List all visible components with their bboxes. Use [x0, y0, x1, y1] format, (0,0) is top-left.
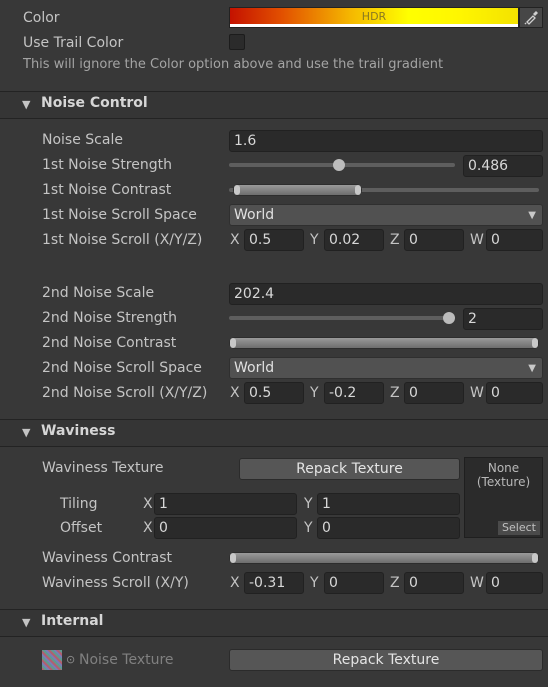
noise-scroll-2-w[interactable]: 0 [486, 382, 543, 404]
noise-strength-2-label: 2nd Noise Strength [42, 310, 177, 326]
foldout-arrow-icon: ▼ [22, 98, 31, 111]
waviness-scroll-label: Waviness Scroll (X/Y) [42, 575, 189, 591]
internal-header[interactable]: ▼ Internal [0, 609, 548, 637]
waviness-header[interactable]: ▼ Waviness [0, 419, 548, 447]
tiling-label: Tiling [60, 496, 98, 512]
axis-x-label: X [230, 232, 240, 248]
noise-strength-1-slider-handle[interactable] [333, 159, 345, 171]
eyedropper-icon [524, 11, 538, 25]
noise-space-1-label: 1st Noise Scroll Space [42, 207, 197, 223]
axis-y-label: Y [304, 496, 313, 512]
axis-y-label: Y [310, 232, 319, 248]
axis-z-label: Z [390, 232, 400, 248]
internal-title: Internal [41, 613, 104, 629]
noise-scroll-2-z[interactable]: 0 [404, 382, 464, 404]
dropdown-arrow-icon: ▼ [528, 363, 536, 374]
texture-slot-type: (Texture) [476, 475, 531, 489]
waviness-texture-label: Waviness Texture [42, 460, 164, 476]
hdr-label: HDR [361, 10, 387, 23]
offset-label: Offset [60, 520, 103, 536]
use-trail-color-label: Use Trail Color [23, 35, 124, 51]
axis-w-label: W [470, 385, 484, 401]
noise-strength-2-slider-handle[interactable] [443, 312, 455, 324]
offset-x-field[interactable]: 0 [154, 517, 297, 539]
noise-scale-label: Noise Scale [42, 132, 123, 148]
noise-contrast-2-range[interactable] [229, 337, 539, 349]
waviness-repack-button[interactable]: Repack Texture [239, 458, 460, 480]
color-swatch[interactable]: HDR [229, 7, 519, 28]
noise-space-2-dropdown[interactable]: World ▼ [229, 357, 543, 379]
noise-scroll-1-y[interactable]: 0.02 [324, 229, 384, 251]
axis-y-label: Y [310, 575, 319, 591]
waviness-scroll-w[interactable]: 0 [486, 572, 543, 594]
color-picker-button[interactable] [519, 7, 543, 28]
noise-scroll-1-w[interactable]: 0 [486, 229, 543, 251]
axis-y-label: Y [310, 385, 319, 401]
foldout-arrow-icon: ▼ [22, 426, 31, 439]
noise-space-1-dropdown[interactable]: World ▼ [229, 204, 543, 226]
color-label: Color [23, 10, 60, 26]
tiling-y-field[interactable]: 1 [317, 493, 460, 515]
dropdown-arrow-icon: ▼ [528, 210, 536, 221]
waviness-contrast-range[interactable] [229, 552, 539, 564]
axis-z-label: Z [390, 385, 400, 401]
noise-scale-field[interactable]: 1.6 [229, 130, 543, 152]
noise-scroll-2-y[interactable]: -0.2 [324, 382, 384, 404]
noise-scroll-1-x[interactable]: 0.5 [244, 229, 304, 251]
axis-x-label: X [143, 520, 153, 536]
waviness-scroll-x[interactable]: -0.31 [244, 572, 304, 594]
axis-w-label: W [470, 232, 484, 248]
texture-slot-none: None [487, 461, 520, 475]
noise-scale-2-field[interactable]: 202.4 [229, 283, 543, 305]
waviness-title: Waviness [41, 423, 116, 439]
offset-y-field[interactable]: 0 [317, 517, 460, 539]
noise-space-2-label: 2nd Noise Scroll Space [42, 360, 202, 376]
axis-z-label: Z [390, 575, 400, 591]
noise-scroll-2-label: 2nd Noise Scroll (X/Y/Z) [42, 385, 208, 401]
noise-strength-2-slider-track[interactable] [229, 316, 455, 320]
noise-contrast-2-label: 2nd Noise Contrast [42, 335, 177, 351]
axis-x-label: X [230, 575, 240, 591]
waviness-contrast-label: Waviness Contrast [42, 550, 173, 566]
noise-scroll-1-label: 1st Noise Scroll (X/Y/Z) [42, 232, 203, 248]
axis-w-label: W [470, 575, 484, 591]
use-trail-color-checkbox[interactable] [229, 34, 245, 50]
axis-y-label: Y [304, 520, 313, 536]
noise-strength-1-field[interactable]: 0.486 [463, 155, 543, 177]
noise-space-1-value: World [234, 207, 275, 223]
noise-scroll-2-x[interactable]: 0.5 [244, 382, 304, 404]
noise-control-header[interactable]: ▼ Noise Control [0, 91, 548, 119]
internal-repack-button[interactable]: Repack Texture [229, 649, 543, 671]
axis-x-label: X [230, 385, 240, 401]
object-circle-icon: ⊙ [66, 653, 76, 666]
noise-control-title: Noise Control [41, 95, 148, 111]
noise-scroll-1-z[interactable]: 0 [404, 229, 464, 251]
tiling-x-field[interactable]: 1 [154, 493, 297, 515]
axis-x-label: X [143, 496, 153, 512]
noise-scale-2-label: 2nd Noise Scale [42, 285, 155, 301]
noise-strength-2-field[interactable]: 2 [463, 308, 543, 330]
noise-texture-thumbnail-icon [42, 650, 62, 670]
noise-strength-1-label: 1st Noise Strength [42, 157, 172, 173]
noise-contrast-1-label: 1st Noise Contrast [42, 182, 172, 198]
texture-select-button[interactable]: Select [498, 521, 540, 535]
foldout-arrow-icon: ▼ [22, 616, 31, 629]
waviness-scroll-y[interactable]: 0 [324, 572, 384, 594]
noise-space-2-value: World [234, 360, 275, 376]
waviness-texture-slot[interactable]: None (Texture) Select [464, 457, 543, 538]
noise-contrast-1-range[interactable] [233, 184, 362, 196]
waviness-scroll-z[interactable]: 0 [404, 572, 464, 594]
noise-texture-label: Noise Texture [79, 652, 174, 668]
trail-help-text: This will ignore the Color option above … [23, 57, 444, 72]
